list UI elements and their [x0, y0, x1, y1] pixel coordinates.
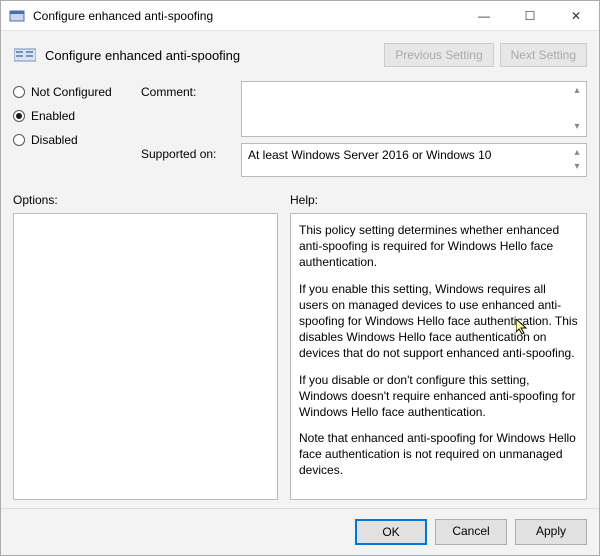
scroll-up-icon[interactable]: ▴ [570, 84, 584, 98]
window-controls: — ☐ ✕ [461, 1, 599, 30]
comment-label: Comment: [141, 81, 237, 99]
window-title: Configure enhanced anti-spoofing [33, 9, 461, 23]
options-panel [13, 213, 278, 500]
radio-enabled[interactable]: Enabled [13, 109, 133, 123]
radio-label: Enabled [31, 109, 75, 123]
maximize-button[interactable]: ☐ [507, 1, 553, 30]
options-column: Options: [13, 193, 278, 500]
apply-button[interactable]: Apply [515, 519, 587, 545]
fields-col: Comment: ▴ ▾ Supported on: At least Wind… [141, 81, 587, 177]
help-panel: This policy setting determines whether e… [290, 213, 587, 500]
close-button[interactable]: ✕ [553, 1, 599, 30]
options-label: Options: [13, 193, 278, 207]
header-row: Configure enhanced anti-spoofing Previou… [13, 39, 587, 75]
help-paragraph: Note that enhanced anti-spoofing for Win… [299, 430, 578, 479]
radio-disabled[interactable]: Disabled [13, 133, 133, 147]
help-paragraph: If you enable this setting, Windows requ… [299, 281, 578, 362]
radio-label: Not Configured [31, 85, 112, 99]
app-icon [9, 8, 25, 24]
policy-icon [13, 46, 37, 64]
comment-row: Comment: ▴ ▾ [141, 81, 587, 137]
nav-buttons: Previous Setting Next Setting [384, 43, 587, 67]
radio-group: Not Configured Enabled Disabled [13, 81, 133, 177]
radio-not-configured[interactable]: Not Configured [13, 85, 133, 99]
previous-setting-button: Previous Setting [384, 43, 493, 67]
help-paragraph: This policy setting determines whether e… [299, 222, 578, 271]
help-column: Help: This policy setting determines whe… [290, 193, 587, 500]
supported-row: Supported on: At least Windows Server 20… [141, 143, 587, 177]
help-paragraph: If you disable or don't configure this s… [299, 372, 578, 421]
scroll-up-icon[interactable]: ▴ [570, 146, 584, 160]
radio-icon [13, 86, 25, 98]
scroll-down-icon[interactable]: ▾ [570, 120, 584, 134]
titlebar: Configure enhanced anti-spoofing — ☐ ✕ [1, 1, 599, 31]
radio-icon [13, 134, 25, 146]
scroll-down-icon[interactable]: ▾ [570, 160, 584, 174]
maximize-icon: ☐ [525, 9, 536, 23]
next-setting-button: Next Setting [500, 43, 587, 67]
supported-value: At least Windows Server 2016 or Windows … [248, 148, 491, 162]
policy-editor-window: Configure enhanced anti-spoofing — ☐ ✕ C… [0, 0, 600, 556]
lower-panels: Options: Help: This policy setting deter… [13, 183, 587, 500]
footer: OK Cancel Apply [1, 508, 599, 555]
config-row: Not Configured Enabled Disabled Comment:… [13, 75, 587, 183]
minimize-icon: — [478, 9, 490, 23]
supported-label: Supported on: [141, 143, 237, 161]
cancel-button[interactable]: Cancel [435, 519, 507, 545]
close-icon: ✕ [571, 9, 581, 23]
supported-value-box: At least Windows Server 2016 or Windows … [241, 143, 587, 177]
radio-icon [13, 110, 25, 122]
ok-button[interactable]: OK [355, 519, 427, 545]
radio-label: Disabled [31, 133, 78, 147]
content-area: Configure enhanced anti-spoofing Previou… [1, 31, 599, 508]
comment-input[interactable]: ▴ ▾ [241, 81, 587, 137]
policy-title: Configure enhanced anti-spoofing [45, 48, 376, 63]
help-label: Help: [290, 193, 587, 207]
minimize-button[interactable]: — [461, 1, 507, 30]
